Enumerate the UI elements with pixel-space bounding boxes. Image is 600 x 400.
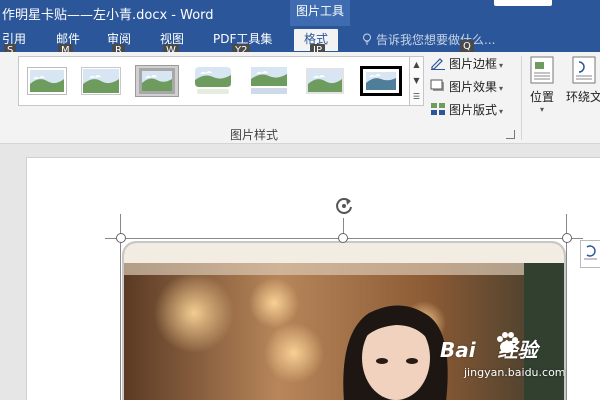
picture-thumbnail-icon: [306, 68, 344, 94]
baidu-watermark: Bai 经验 jingyan.baidu.com: [440, 332, 600, 394]
picture-styles-gallery: [18, 56, 410, 106]
picture-thumbnail-icon: [251, 67, 287, 94]
picture-thumbnail-icon: [139, 68, 175, 94]
group-divider: [521, 56, 522, 140]
resize-handle-top-right[interactable]: [562, 233, 572, 243]
position-icon: [530, 56, 554, 84]
picture-style-simple-frame[interactable]: [25, 65, 69, 97]
title-bar: 作明星卡贴——左小青.docx - Word 图片工具: [0, 0, 600, 26]
pen-border-icon: [431, 58, 445, 70]
tell-me-placeholder: 告诉我您想要做什么...: [376, 33, 496, 47]
picture-style-soft-edge-frame[interactable]: [79, 65, 123, 97]
picture-border-button[interactable]: 图片边框 ▾: [430, 54, 503, 74]
layout-icon: [431, 103, 445, 115]
chevron-down-icon: ▾: [499, 61, 504, 70]
picture-thumbnail-icon: [195, 67, 231, 94]
wrap-text-label: 环绕文: [566, 90, 600, 104]
picture-style-black-thick-frame[interactable]: [359, 65, 403, 97]
resize-handle-top-left[interactable]: [116, 233, 126, 243]
ribbon-format: ▲ ▼ ☰ 图片边框 ▾ 图片效果 ▾ 图片版式 ▾ 图片样式 位置 ▾ 环绕文: [0, 52, 600, 144]
picture-thumbnail-icon: [81, 67, 121, 95]
effects-icon: [430, 79, 444, 91]
picture-thumbnail-icon: [27, 67, 67, 95]
rotate-handle-icon[interactable]: [333, 195, 355, 217]
picture-tools-context-label: 图片工具: [290, 0, 350, 26]
gallery-down-icon[interactable]: ▼: [410, 73, 423, 89]
wrap-text-icon: [572, 56, 596, 84]
chevron-down-icon: ▾: [499, 84, 504, 93]
dialog-launcher-icon[interactable]: [506, 130, 515, 139]
picture-layout-button[interactable]: 图片版式 ▾: [430, 100, 503, 120]
watermark-logo: Bai 经验: [440, 338, 538, 362]
picture-style-rounded-reflection[interactable]: [191, 65, 235, 97]
picture-effects-button[interactable]: 图片效果 ▾: [430, 77, 503, 97]
picture-style-reflected-bevel[interactable]: [247, 65, 291, 97]
picture-border-label: 图片边框: [449, 57, 498, 71]
chevron-down-icon: ▾: [540, 105, 545, 114]
paw-icon: [497, 332, 518, 353]
tell-me-search[interactable]: 告诉我您想要做什么...: [362, 31, 495, 48]
picture-style-gray-frame[interactable]: [135, 65, 179, 97]
picture-layout-label: 图片版式: [449, 103, 498, 117]
document-title: 作明星卡贴——左小青.docx - Word: [2, 8, 214, 23]
gallery-scroll: ▲ ▼ ☰: [410, 56, 424, 106]
picture-style-soft-edge-rectangle[interactable]: [303, 65, 347, 97]
ribbon-tab-row: 引用 邮件 审阅 视图 PDF工具集 格式 告诉我您想要做什么...: [0, 26, 600, 52]
window-control-button[interactable]: [494, 0, 552, 6]
gallery-more-icon[interactable]: ☰: [410, 89, 423, 105]
picture-effects-label: 图片效果: [449, 80, 498, 94]
watermark-url: jingyan.baidu.com: [464, 366, 566, 379]
gallery-up-icon[interactable]: ▲: [410, 57, 423, 73]
chevron-down-icon: ▾: [499, 107, 504, 116]
position-label: 位置: [530, 90, 555, 104]
picture-thumbnail-icon: [360, 66, 402, 96]
wrap-text-button[interactable]: 环绕文: [566, 56, 600, 105]
layout-options-icon: [584, 245, 597, 260]
picture-styles-group-label: 图片样式: [230, 128, 279, 142]
resize-handle-top[interactable]: [338, 233, 348, 243]
lightbulb-icon: [363, 33, 371, 45]
position-button[interactable]: 位置 ▾: [530, 56, 554, 114]
layout-options-button[interactable]: [580, 240, 600, 268]
